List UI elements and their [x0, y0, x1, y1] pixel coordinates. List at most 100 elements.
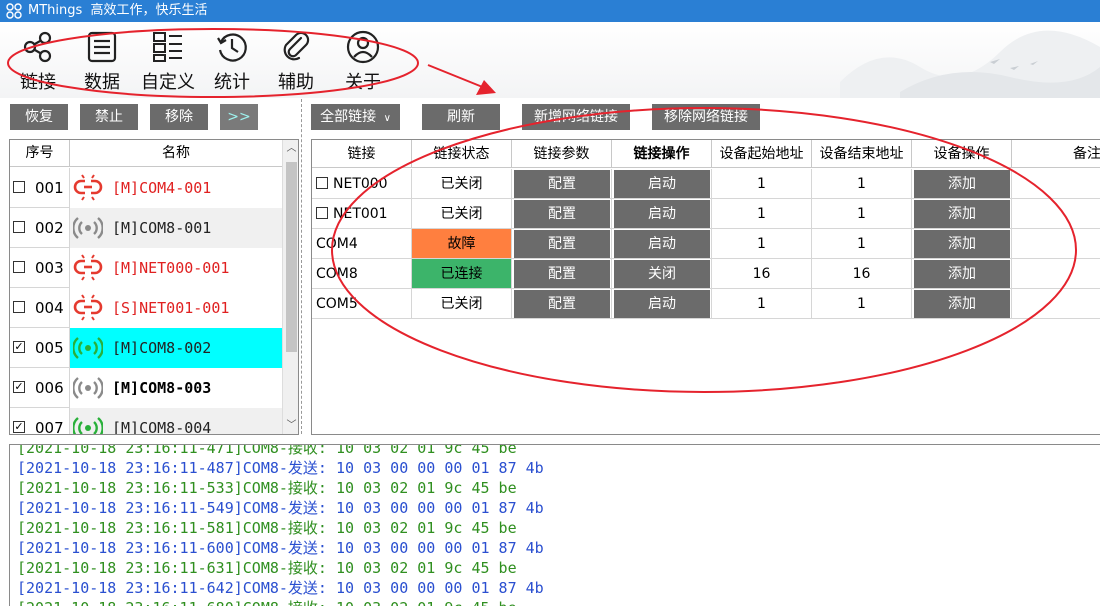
end-address[interactable]: 1 — [812, 289, 912, 319]
add-device-button[interactable]: 添加 — [914, 170, 1010, 198]
toolbar-stats[interactable]: 统计 — [206, 30, 258, 94]
device-row[interactable]: 002 [M]COM8-001 — [10, 208, 282, 248]
note-cell[interactable] — [1012, 199, 1100, 229]
device-name-cell: [M]COM8-002 — [70, 328, 282, 368]
filter-dropdown[interactable]: 全部链接 ∨ — [311, 104, 400, 130]
note-cell[interactable] — [1012, 229, 1100, 259]
configure-button[interactable]: 配置 — [514, 200, 610, 228]
log-line: [2021-10-18 23:16:11-549]COM8-发送: 10 03 … — [17, 499, 544, 517]
link-name-cell: COM5 — [312, 289, 412, 319]
device-checkbox[interactable] — [13, 261, 25, 273]
configure-button[interactable]: 配置 — [514, 230, 610, 258]
link-action-button[interactable]: 启动 — [614, 200, 710, 228]
list-icon — [87, 31, 117, 63]
start-address[interactable]: 16 — [712, 259, 812, 289]
toolbar-custom[interactable]: 自定义 — [140, 30, 196, 94]
column-header[interactable]: 设备操作 — [912, 140, 1012, 168]
user-icon — [346, 30, 380, 64]
link-status: 已关闭 — [412, 199, 512, 229]
refresh-button[interactable]: 刷新 — [422, 104, 500, 130]
toolbar-assist[interactable]: 辅助 — [270, 30, 322, 94]
column-header[interactable]: 备注 — [1012, 140, 1100, 168]
remove-button[interactable]: 移除 — [150, 104, 208, 130]
link-row[interactable]: COM8 已连接 配置 关闭 16 16 添加 — [312, 259, 1100, 289]
column-header[interactable]: 链接参数 — [512, 140, 612, 168]
device-list-scrollbar[interactable]: ︿ ﹀ — [282, 140, 298, 434]
device-checkbox[interactable] — [13, 221, 25, 233]
configure-button[interactable]: 配置 — [514, 170, 610, 198]
link-checkbox[interactable] — [316, 177, 328, 189]
column-header[interactable]: 链接操作 — [612, 140, 712, 168]
toolbar-link[interactable]: 链接 — [12, 30, 64, 94]
device-checkbox[interactable]: ✓ — [13, 421, 25, 433]
end-address[interactable]: 1 — [812, 169, 912, 199]
device-name: [M]COM8-002 — [112, 339, 212, 357]
configure-button[interactable]: 配置 — [514, 260, 610, 288]
link-checkbox[interactable] — [316, 207, 328, 219]
broken-link-icon — [73, 254, 103, 281]
add-network-button[interactable]: 新增网络链接 — [522, 104, 630, 130]
note-cell[interactable] — [1012, 289, 1100, 319]
toolbar-stats-label: 统计 — [214, 72, 250, 93]
log-output[interactable]: [2021-10-18 23:16:11-471]COM8-接收: 10 03 … — [9, 444, 1100, 606]
device-row[interactable]: ✓ 005 [M]COM8-002 — [10, 328, 282, 368]
note-cell[interactable] — [1012, 169, 1100, 199]
device-checkbox[interactable] — [13, 181, 25, 193]
expand-button[interactable]: >> — [220, 104, 258, 130]
panel-splitter[interactable] — [301, 99, 302, 434]
scroll-up-icon[interactable]: ︿ — [283, 140, 298, 157]
link-row[interactable]: NET001 已关闭 配置 启动 1 1 添加 — [312, 199, 1100, 229]
add-device-button[interactable]: 添加 — [914, 290, 1010, 318]
toolbar-data[interactable]: 数据 — [76, 30, 128, 94]
end-address[interactable]: 1 — [812, 199, 912, 229]
device-row[interactable]: ✓ 006 [M]COM8-003 — [10, 368, 282, 408]
broken-link-icon — [73, 174, 103, 201]
device-checkbox[interactable] — [13, 301, 25, 313]
title-bar: MThings 高效工作，快乐生活 — [0, 0, 1100, 22]
configure-button[interactable]: 配置 — [514, 290, 610, 318]
device-checkbox[interactable]: ✓ — [13, 341, 25, 353]
device-checkbox[interactable]: ✓ — [13, 381, 25, 393]
signal-gray-icon — [73, 217, 103, 239]
device-index-cell: 001 — [10, 168, 70, 208]
toolbar-link-label: 链接 — [20, 72, 56, 93]
scroll-thumb[interactable] — [286, 162, 297, 352]
device-name-cell: [M]COM8-003 — [70, 368, 282, 408]
scroll-down-icon[interactable]: ﹀ — [283, 417, 298, 434]
remove-network-button[interactable]: 移除网络链接 — [652, 104, 760, 130]
device-row[interactable]: ✓ 007 [M]COM8-004 — [10, 408, 282, 434]
column-header[interactable]: 设备起始地址 — [712, 140, 812, 168]
column-header[interactable]: 设备结束地址 — [812, 140, 912, 168]
add-device-button[interactable]: 添加 — [914, 260, 1010, 288]
device-name: [M]COM8-003 — [112, 379, 212, 397]
disable-button[interactable]: 禁止 — [80, 104, 138, 130]
link-action-button[interactable]: 启动 — [614, 170, 710, 198]
end-address[interactable]: 16 — [812, 259, 912, 289]
link-name-cell: NET001 — [312, 199, 412, 229]
start-address[interactable]: 1 — [712, 229, 812, 259]
start-address[interactable]: 1 — [712, 169, 812, 199]
link-row[interactable]: COM4 故障 配置 启动 1 1 添加 — [312, 229, 1100, 259]
device-row[interactable]: 003 [M]NET000-001 — [10, 248, 282, 288]
filter-dropdown-label: 全部链接 — [320, 109, 377, 125]
column-header[interactable]: 链接状态 — [412, 140, 512, 168]
note-cell[interactable] — [1012, 259, 1100, 289]
link-action-button[interactable]: 启动 — [614, 290, 710, 318]
column-header[interactable]: 链接 — [312, 140, 412, 168]
toolbar-about[interactable]: 关于 — [337, 30, 389, 94]
header-index[interactable]: 序号 — [10, 140, 70, 167]
device-row[interactable]: 004 [S]NET001-001 — [10, 288, 282, 328]
restore-button[interactable]: 恢复 — [10, 104, 68, 130]
add-device-button[interactable]: 添加 — [914, 230, 1010, 258]
header-name[interactable]: 名称 — [70, 140, 282, 167]
log-line: [2021-10-18 23:16:11-680]COM8-接收: 10 03 … — [17, 598, 517, 606]
end-address[interactable]: 1 — [812, 229, 912, 259]
device-row[interactable]: 001 [M]COM4-001 — [10, 168, 282, 208]
start-address[interactable]: 1 — [712, 289, 812, 319]
link-action-button[interactable]: 启动 — [614, 230, 710, 258]
link-action-button[interactable]: 关闭 — [614, 260, 710, 288]
link-row[interactable]: NET000 已关闭 配置 启动 1 1 添加 — [312, 169, 1100, 199]
add-device-button[interactable]: 添加 — [914, 200, 1010, 228]
link-row[interactable]: COM5 已关闭 配置 启动 1 1 添加 — [312, 289, 1100, 319]
start-address[interactable]: 1 — [712, 199, 812, 229]
